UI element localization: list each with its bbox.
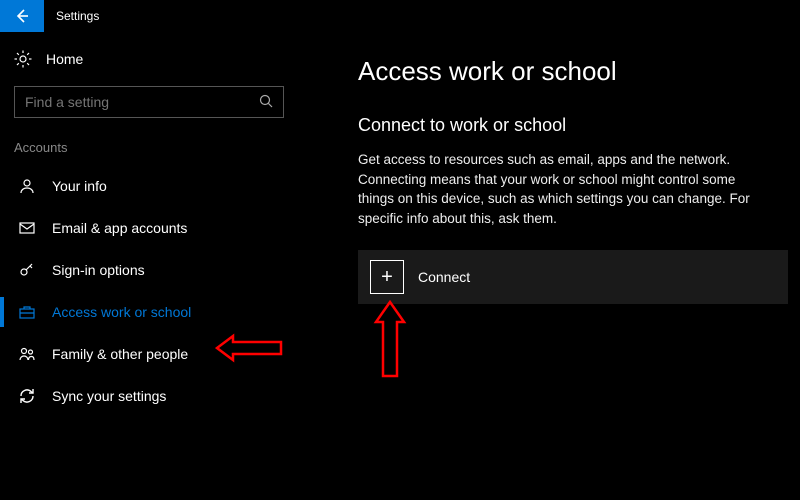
connect-label: Connect: [418, 269, 470, 285]
sidebar: Home Accounts Your info Email & app acco…: [0, 32, 298, 500]
main-pane: Access work or school Connect to work or…: [298, 32, 800, 500]
home-label: Home: [46, 51, 83, 67]
gear-icon: [14, 50, 32, 68]
search-icon: [259, 94, 273, 111]
sidebar-item-family[interactable]: Family & other people: [0, 333, 298, 375]
sidebar-item-signin[interactable]: Sign-in options: [0, 249, 298, 291]
app-title: Settings: [44, 9, 99, 23]
sidebar-item-access-work[interactable]: Access work or school: [0, 291, 298, 333]
page-description: Get access to resources such as email, a…: [358, 150, 768, 228]
search-input[interactable]: [25, 94, 259, 110]
plus-icon: +: [370, 260, 404, 294]
home-nav[interactable]: Home: [0, 40, 298, 78]
key-icon: [18, 261, 36, 279]
sidebar-item-email[interactable]: Email & app accounts: [0, 207, 298, 249]
person-icon: [18, 177, 36, 195]
sidebar-item-sync[interactable]: Sync your settings: [0, 375, 298, 417]
people-icon: [18, 345, 36, 363]
sync-icon: [18, 387, 36, 405]
connect-button[interactable]: + Connect: [358, 250, 788, 304]
sidebar-item-label: Your info: [52, 178, 107, 194]
sidebar-item-label: Access work or school: [52, 304, 191, 320]
sidebar-item-label: Sign-in options: [52, 262, 145, 278]
sidebar-item-label: Email & app accounts: [52, 220, 187, 236]
back-arrow-icon: [14, 8, 30, 24]
search-box[interactable]: [14, 86, 284, 118]
mail-icon: [18, 219, 36, 237]
sidebar-item-your-info[interactable]: Your info: [0, 165, 298, 207]
sidebar-item-label: Family & other people: [52, 346, 188, 362]
titlebar: Settings: [0, 0, 800, 32]
sidebar-item-label: Sync your settings: [52, 388, 166, 404]
section-label: Accounts: [0, 134, 298, 165]
page-subheading: Connect to work or school: [358, 115, 788, 136]
back-button[interactable]: [0, 0, 44, 32]
page-heading: Access work or school: [358, 56, 788, 87]
briefcase-icon: [18, 303, 36, 321]
